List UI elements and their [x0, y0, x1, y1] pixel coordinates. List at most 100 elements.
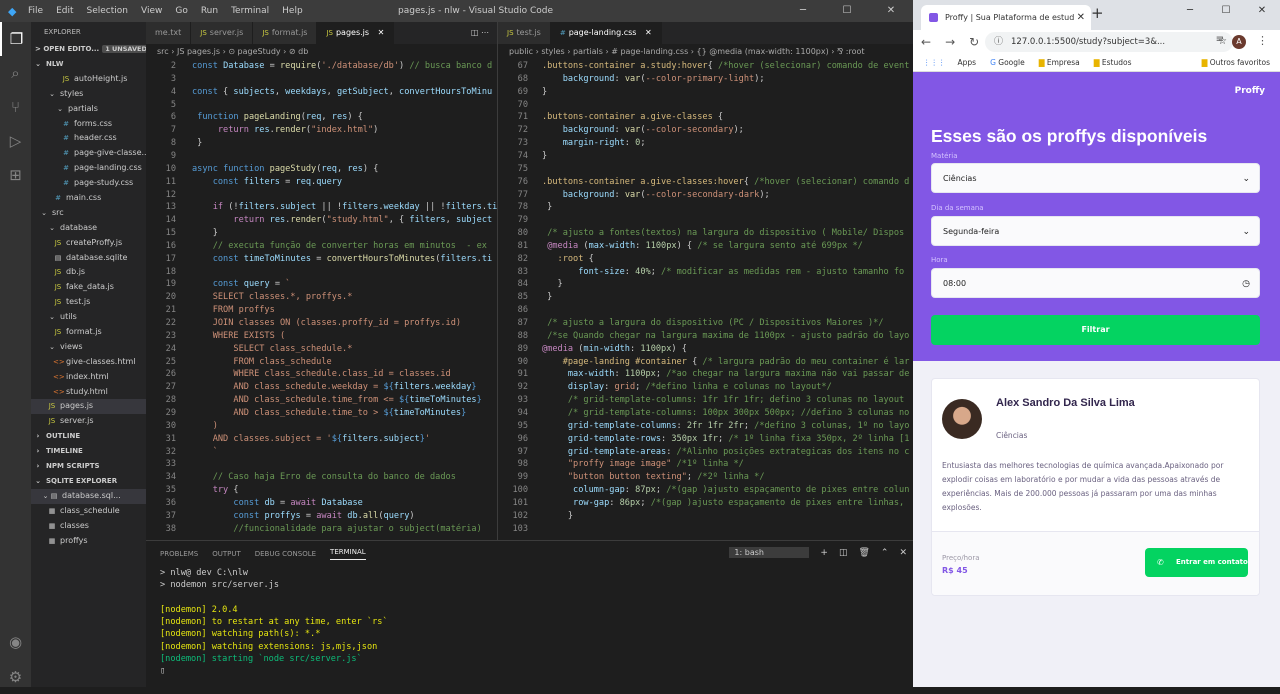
code-line[interactable]: .buttons-container a.give-classes { [542, 111, 913, 124]
tree-item[interactable]: ⌄ styles [31, 87, 146, 102]
code-line[interactable]: } [192, 137, 497, 150]
sidebar-section[interactable]: › TIMELINE [31, 444, 146, 459]
code-line[interactable]: //funcionalidade para ajustar o subject(… [192, 523, 497, 536]
code-line[interactable]: } [542, 86, 913, 99]
panel-tab[interactable]: TERMINAL [330, 548, 366, 560]
new-tab-icon[interactable]: + [1091, 4, 1104, 22]
code-line[interactable]: ) [192, 420, 497, 433]
sidebar-section[interactable]: ⌄ SQLITE EXPLORER [31, 474, 146, 489]
tree-item[interactable]: <>give-classes.html [31, 355, 146, 370]
tree-item[interactable]: ⌄ utils [31, 310, 146, 325]
reading-list-icon[interactable]: ≡ [1216, 34, 1224, 45]
tree-item[interactable]: ⌄ src [31, 206, 146, 221]
proffy-logo[interactable]: Proffy [1235, 86, 1265, 96]
tree-item[interactable]: JS autoHeight.js [31, 72, 146, 87]
code-line[interactable]: async function pageStudy(req, res) { [192, 163, 497, 176]
tree-item[interactable]: ▦ proffys [31, 534, 146, 549]
tree-item[interactable]: ⌄ database [31, 221, 146, 236]
terminal-output[interactable]: > nlw@ dev C:\nlw > nodemon src/server.js… [146, 567, 913, 678]
code-line[interactable]: const db = await Database [192, 497, 497, 510]
code-line[interactable]: const query = ` [192, 278, 497, 291]
apps-icon[interactable]: ⋮⋮⋮ [923, 58, 946, 67]
open-editors-header[interactable]: > OPEN EDITO... 1 UNSAVED [31, 42, 146, 57]
close-icon[interactable]: ✕ [869, 0, 913, 22]
code-line[interactable]: :root { [542, 253, 913, 266]
code-line[interactable]: font-size: 40%; /* modificar as medidas … [542, 266, 913, 279]
code-line[interactable]: /* grid-template-columns: 1fr 1fr 1fr; d… [542, 394, 913, 407]
sidebar-section[interactable]: › NPM SCRIPTS [31, 459, 146, 474]
code-line[interactable]: .buttons-container a.study:hover{ /*hove… [542, 60, 913, 73]
code-line[interactable]: /* grid-template-columns: 100px 300px 50… [542, 407, 913, 420]
browser-tab[interactable]: Proffy | Sua Plataforma de estud ✕ [921, 5, 1091, 30]
code-line[interactable]: background: var(--color-secondary-dark); [542, 189, 913, 202]
tree-item[interactable]: ▦ class_schedule [31, 504, 146, 519]
tree-item[interactable]: JS db.js [31, 265, 146, 280]
back-icon[interactable]: ← [921, 35, 931, 49]
code-line[interactable]: // executa função de converter horas em … [192, 240, 497, 253]
panel-tab[interactable]: DEBUG CONSOLE [255, 550, 316, 558]
code-line[interactable]: WHERE class_schedule.class_id = classes.… [192, 368, 497, 381]
breadcrumb[interactable]: src › JS pages.js › ⊙ pageStudy › ⊘ db [146, 44, 497, 60]
tree-item[interactable]: JS format.js [31, 325, 146, 340]
code-line[interactable]: } [542, 201, 913, 214]
code-line[interactable]: SELECT classes.*, proffys.* [192, 291, 497, 304]
tree-item[interactable]: # header.css [31, 131, 146, 146]
code-line[interactable]: AND classes.subject = '${filters.subject… [192, 433, 497, 446]
code-line[interactable]: .buttons-container a.give-classes:hover{… [542, 176, 913, 189]
tree-item[interactable]: <>index.html [31, 370, 146, 385]
code-line[interactable]: try { [192, 484, 497, 497]
code-line[interactable]: grid-template-columns: 2fr 1fr 2fr; /*de… [542, 420, 913, 433]
weekday-select[interactable]: Segunda-feira ⌄ [931, 216, 1260, 246]
code-line[interactable]: /* ajusto a largura do dispositivo (PC /… [542, 317, 913, 330]
code-line[interactable]: const Database = require('./database/db'… [192, 60, 497, 73]
editor-tab[interactable]: me.txt [146, 22, 192, 44]
code-line[interactable]: } [542, 278, 913, 291]
code-line[interactable]: grid-template-areas: /*Alinho posições e… [542, 446, 913, 459]
code-line[interactable]: background: var(--color-primary-light); [542, 73, 913, 86]
split-editor-icon[interactable]: ◫ ⋯ [463, 22, 497, 44]
split-terminal-icon[interactable]: ◫ [839, 548, 848, 558]
code-line[interactable]: } [542, 510, 913, 523]
code-line[interactable]: function pageLanding(req, res) { [192, 111, 497, 124]
filter-button[interactable]: Filtrar [931, 315, 1260, 345]
code-line[interactable]: } [192, 227, 497, 240]
tree-item[interactable]: # forms.css [31, 117, 146, 132]
menu-item[interactable]: View [141, 6, 162, 16]
source-control-icon[interactable]: ⑂ [0, 90, 31, 124]
bookmark-item[interactable]: G Google [990, 58, 1025, 67]
run-debug-icon[interactable]: ▷ [0, 124, 31, 158]
subject-select[interactable]: Ciências ⌄ [931, 163, 1260, 193]
breadcrumb-right[interactable]: public › styles › partials › # page-land… [498, 44, 913, 60]
files-icon[interactable]: ❐ [0, 22, 31, 56]
browser-maximize-icon[interactable]: ☐ [1208, 0, 1244, 22]
sidebar-section[interactable]: ⌄ NLW [31, 57, 146, 72]
tree-item[interactable]: # main.css [31, 191, 146, 206]
code-line[interactable]: const timeToMinutes = convertHoursToMinu… [192, 253, 497, 266]
code-line[interactable]: FROM class_schedule [192, 356, 497, 369]
tree-item[interactable]: JS test.js [31, 295, 146, 310]
code-line[interactable]: @media (max-width: 1100px) { /* se largu… [542, 240, 913, 253]
code-line[interactable]: row-gap: 86px; /*(gap )ajusto espaçament… [542, 497, 913, 510]
code-line[interactable]: @media (min-width: 1100px) { [542, 343, 913, 356]
tree-item[interactable]: JS fake_data.js [31, 280, 146, 295]
site-info-icon[interactable]: ⓘ [994, 32, 1003, 52]
menu-item[interactable]: Run [201, 6, 218, 16]
tab-close-icon[interactable]: ✕ [1077, 5, 1085, 30]
code-line[interactable]: /* ajusto a fontes(textos) na largura do… [542, 227, 913, 240]
tree-item[interactable]: ▦ classes [31, 519, 146, 534]
bookmark-item[interactable]: ▇ Estudos [1094, 58, 1132, 67]
code-line[interactable]: display: grid; /*defino linha e colunas … [542, 381, 913, 394]
panel-tab[interactable]: PROBLEMS [160, 550, 198, 558]
code-line[interactable]: "proffy image image" /*1º linha */ [542, 458, 913, 471]
menu-item[interactable]: Edit [56, 6, 73, 16]
code-line[interactable]: const filters = req.query [192, 176, 497, 189]
clock-icon[interactable]: ◷ [1242, 269, 1250, 299]
tree-item[interactable]: ⌄ ▤ database.sql... [31, 488, 146, 504]
menu-item[interactable]: Go [175, 6, 187, 16]
code-line[interactable]: // Caso haja Erro de consulta do banco d… [192, 471, 497, 484]
extensions-icon[interactable]: ⊞ [0, 158, 31, 192]
bookmark-item[interactable]: Apps [958, 58, 977, 67]
sidebar-section[interactable]: › OUTLINE [31, 429, 146, 444]
tree-item[interactable]: JS createProffy.js [31, 236, 146, 251]
bookmark-other[interactable]: ▇ Outros favoritos [1202, 58, 1270, 67]
